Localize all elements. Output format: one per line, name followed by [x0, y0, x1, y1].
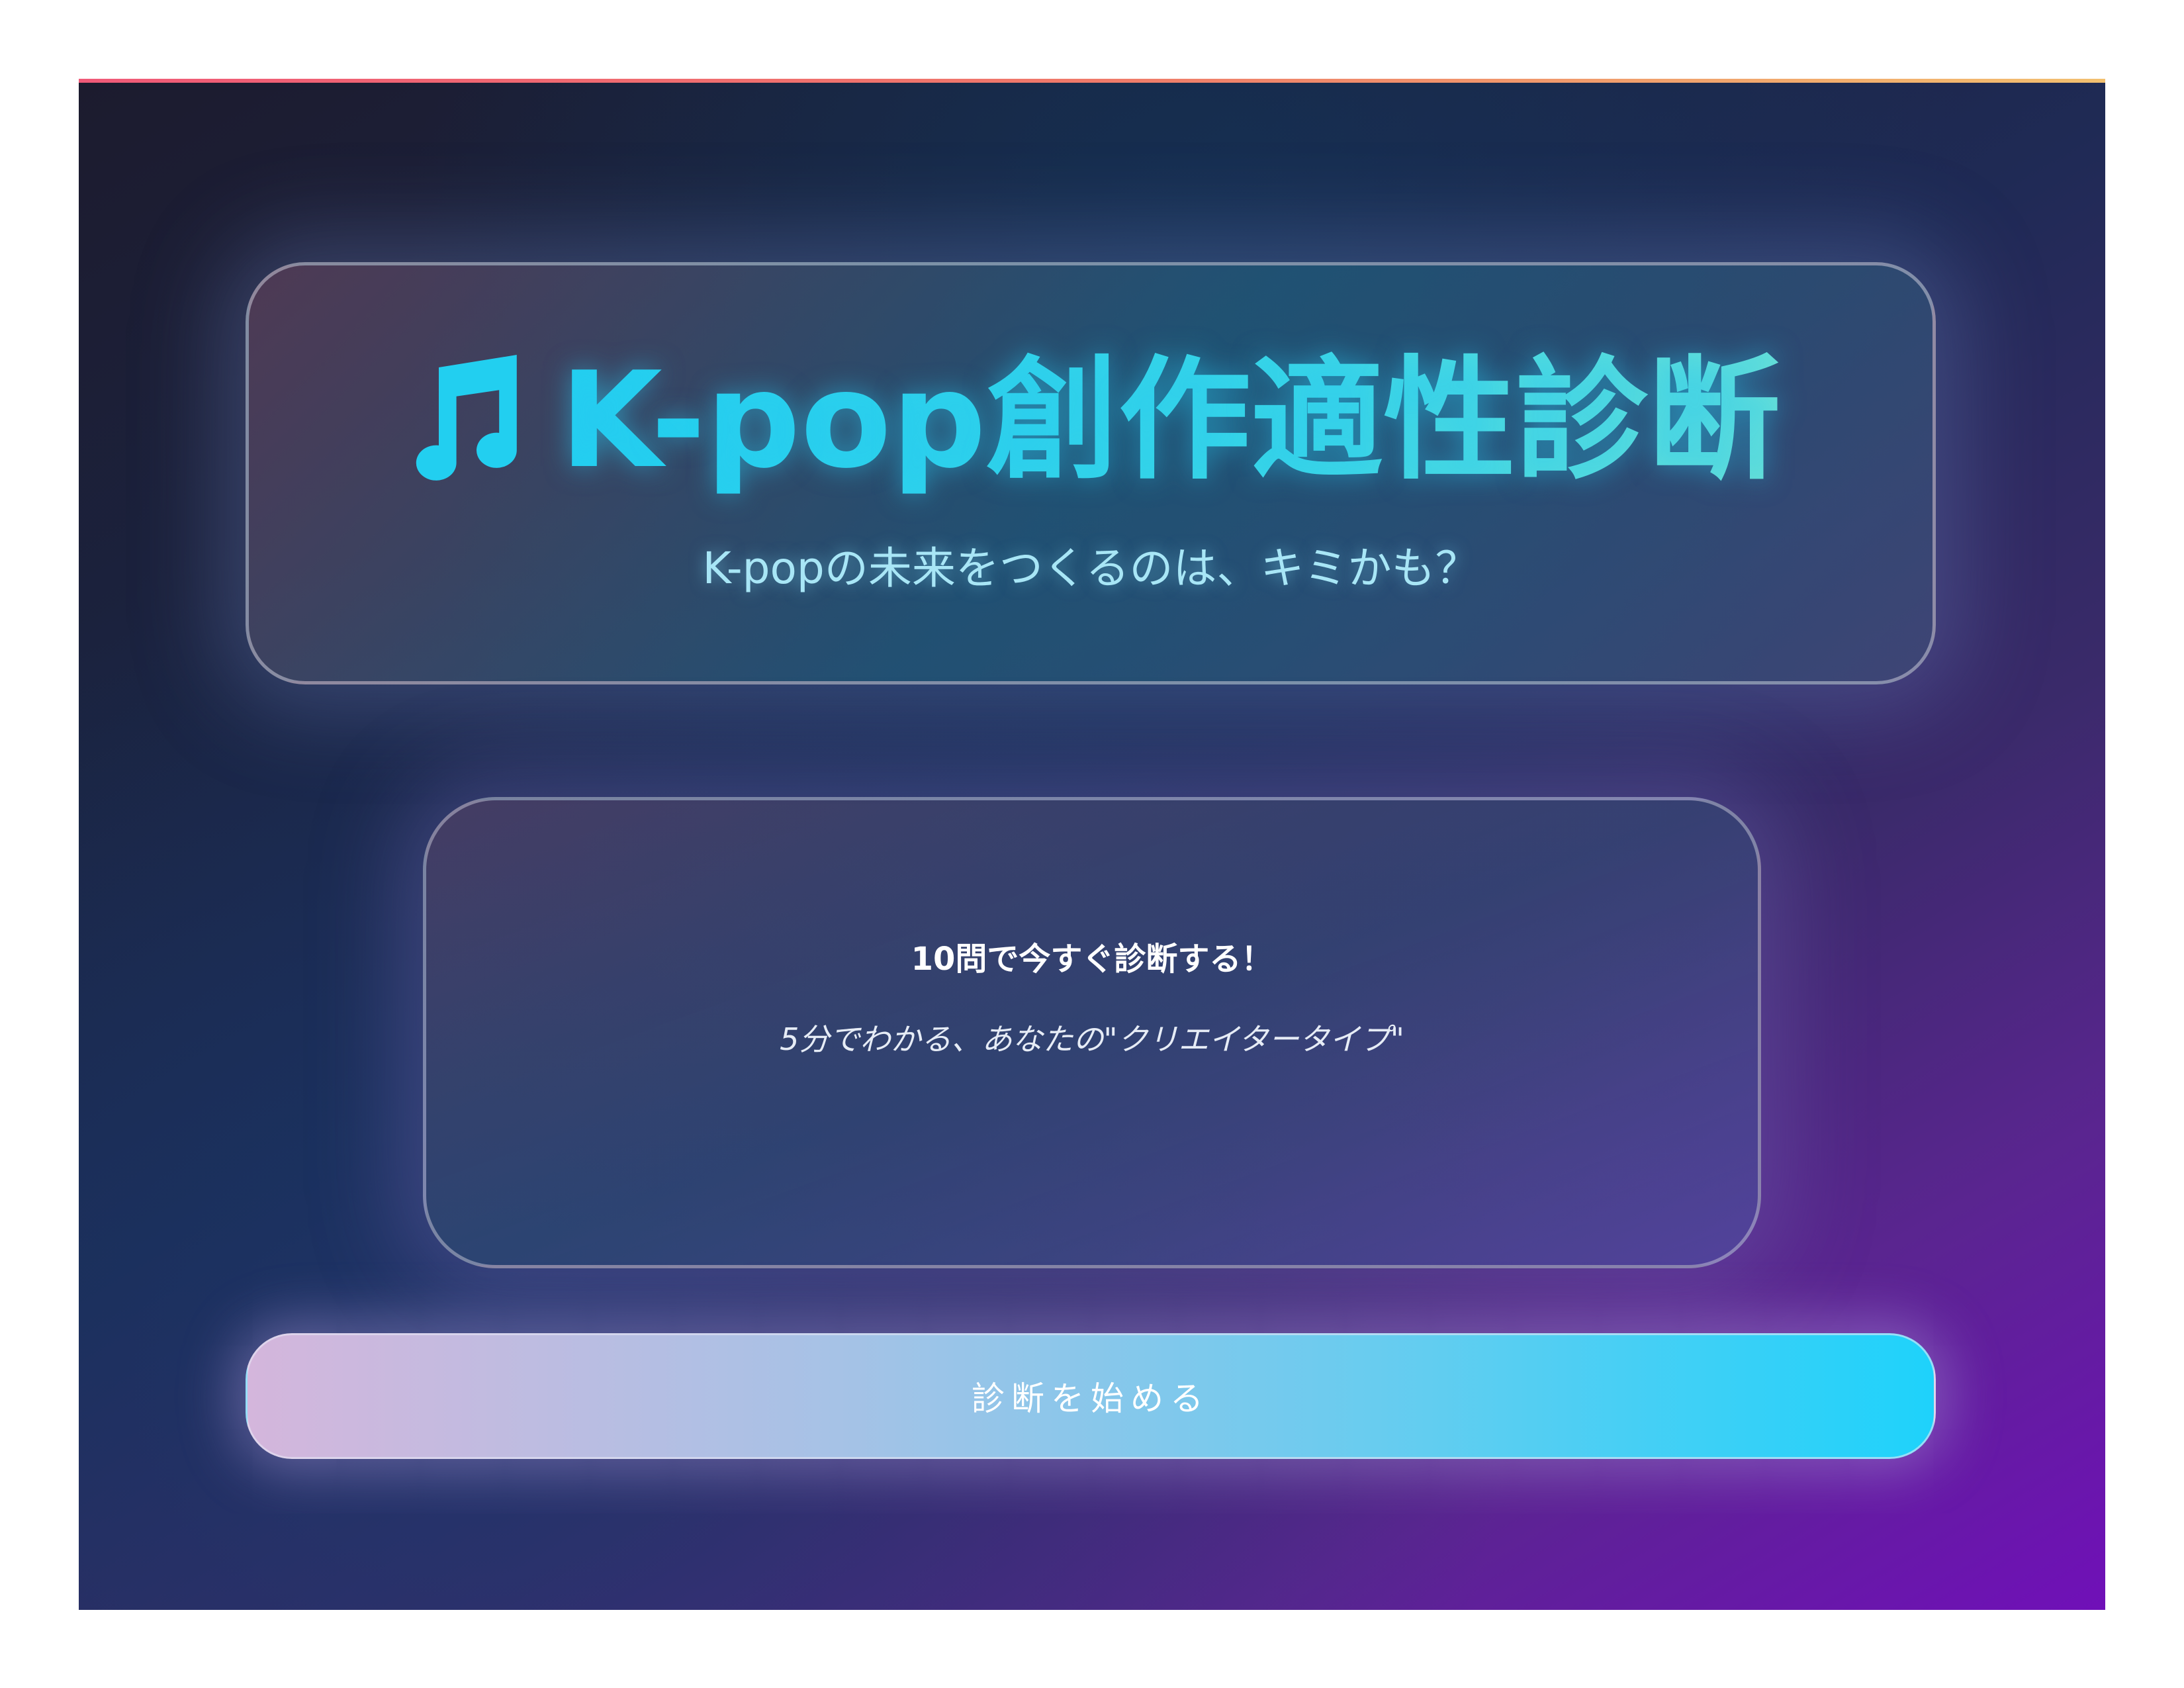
- start-button-label: 診断を始める: [972, 1380, 1210, 1418]
- app-canvas: K-pop創作適性診断 K-popの未来をつくるのは、キミかも？ 10問で今すぐ…: [79, 79, 2105, 1610]
- music-note-icon: [416, 355, 517, 481]
- top-accent-bar: [79, 79, 2105, 83]
- page-title-text: K-pop創作適性診断: [559, 344, 1781, 498]
- header-card: K-pop創作適性診断 K-popの未来をつくるのは、キミかも？: [246, 262, 1936, 684]
- page-subtitle: K-popの未来をつくるのは、キミかも？: [702, 543, 1479, 594]
- start-diagnosis-button[interactable]: 診断を始める: [246, 1333, 1936, 1459]
- info-card: 10問で今すぐ診断する！ 5分でわかる、あなたの"クリエイタータイプ": [423, 797, 1761, 1268]
- info-subtext: 5分でわかる、あなたの"クリエイタータイプ": [780, 1021, 1404, 1057]
- info-headline: 10問で今すぐ診断する！: [911, 941, 1273, 978]
- page-title: K-pop創作適性診断: [249, 345, 1933, 497]
